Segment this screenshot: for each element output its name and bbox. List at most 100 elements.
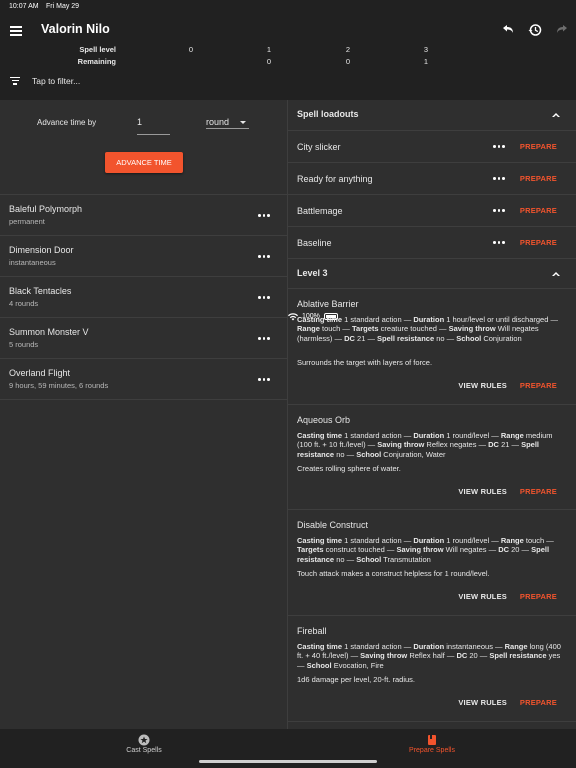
filter-placeholder: Tap to filter... [32, 76, 81, 86]
view-rules-button[interactable]: VIEW RULES [458, 487, 507, 496]
section-title: Spell loadouts [297, 109, 359, 119]
level-3-header[interactable]: Level 3 [288, 259, 576, 289]
spell-card: Disable Construct Casting time 1 standar… [288, 510, 576, 616]
loadout-item[interactable]: Battlemage PREPARE [288, 195, 576, 227]
prepare-button[interactable]: PREPARE [520, 238, 557, 247]
filter-bar[interactable]: Tap to filter... [10, 76, 80, 86]
spell-description: 1d6 damage per level, 20-ft. radius. [297, 675, 415, 684]
more-options-icon[interactable] [493, 209, 505, 213]
slot-remaining-2: 0 [345, 57, 351, 66]
effect-name: Overland Flight [9, 368, 71, 378]
spell-card: Ablative Barrier Casting time 1 standard… [288, 289, 576, 405]
spell-name: Ablative Barrier [297, 299, 359, 309]
prepare-button[interactable]: PREPARE [520, 174, 557, 183]
effect-name: Black Tentacles [9, 286, 72, 296]
slot-level-1: 1 [266, 45, 272, 54]
spell-stats: Casting time 1 standard action — Duratio… [297, 536, 554, 564]
more-options-icon[interactable] [493, 177, 505, 181]
loadout-item[interactable]: Ready for anything PREPARE [288, 163, 576, 195]
history-icon[interactable] [527, 22, 543, 38]
remaining-header: Remaining [77, 57, 116, 66]
more-options-icon[interactable] [258, 378, 270, 382]
effect-duration: 9 hours, 59 minutes, 6 rounds [9, 381, 109, 390]
slot-remaining-1: 0 [266, 57, 272, 66]
status-date: Fri May 29 [46, 3, 80, 10]
status-bar: 10:07 AM Fri May 29 100% [0, 0, 576, 320]
effect-name: Baleful Polymorph [9, 204, 83, 214]
menu-icon[interactable] [10, 26, 22, 36]
undo-icon[interactable] [500, 22, 516, 38]
prepare-spells-pane: Spell loadouts City slicker PREPARE Read… [288, 100, 576, 729]
prepare-button[interactable]: PREPARE [520, 487, 557, 496]
spell-level-header: Spell level [79, 45, 116, 54]
spell-name: Aqueous Orb [297, 415, 351, 425]
spell-stats: Casting time 1 standard action — Duratio… [297, 642, 561, 670]
active-effects-list: Baleful Polymorph permanent Dimension Do… [0, 194, 287, 400]
loadout-name: Ready for anything [297, 174, 373, 184]
advance-time-label: Advance time by [37, 118, 97, 127]
prepare-button[interactable]: PREPARE [520, 142, 557, 151]
advance-unit-value: round [206, 117, 230, 127]
effect-item[interactable]: Dimension Door instantaneous [0, 236, 287, 277]
dropdown-caret-icon [240, 121, 246, 124]
chevron-up-icon[interactable] [552, 113, 560, 117]
more-options-icon[interactable] [258, 255, 270, 259]
effect-name: Dimension Door [9, 245, 74, 255]
loadout-item[interactable]: City slicker PREPARE [288, 131, 576, 163]
effect-duration: instantaneous [9, 258, 56, 267]
loadout-name: Battlemage [297, 206, 343, 216]
advance-time-button[interactable]: ADVANCE TIME [105, 152, 183, 173]
more-options-icon[interactable] [258, 214, 270, 218]
app-bar: Valorin Nilo Spell level Remaining 0 1 2… [0, 14, 576, 100]
spell-loadouts-header[interactable]: Spell loadouts [288, 100, 576, 131]
cast-spells-pane: Advance time by 1 round ADVANCE TIME Bal… [0, 100, 287, 729]
chevron-up-icon[interactable] [552, 272, 560, 276]
tab-label: Cast Spells [126, 747, 162, 754]
prepare-button[interactable]: PREPARE [520, 698, 557, 707]
spell-description: Surrounds the target with layers of forc… [297, 358, 433, 367]
effect-duration: 4 rounds [9, 299, 39, 308]
home-indicator [199, 760, 377, 763]
spell-name: Fireball [297, 626, 327, 636]
loadout-name: City slicker [297, 142, 341, 152]
redo-icon[interactable] [554, 22, 570, 38]
view-rules-button[interactable]: VIEW RULES [458, 592, 507, 601]
advance-unit-select[interactable]: round [206, 112, 249, 129]
star-circle-icon [138, 734, 150, 746]
page-title: Valorin Nilo [41, 22, 110, 36]
effect-item[interactable]: Black Tentacles 4 rounds [0, 277, 287, 318]
tab-label: Prepare Spells [409, 747, 455, 754]
view-rules-button[interactable]: VIEW RULES [458, 698, 507, 707]
slot-level-3: 3 [423, 45, 429, 54]
prepare-button[interactable]: PREPARE [520, 381, 557, 390]
view-rules-button[interactable]: VIEW RULES [458, 381, 507, 390]
effect-item[interactable]: Baleful Polymorph permanent [0, 195, 287, 236]
spell-card: Fireball Casting time 1 standard action … [288, 616, 576, 722]
more-options-icon[interactable] [493, 145, 505, 149]
effect-duration: permanent [9, 217, 45, 226]
status-time: 10:07 AM [9, 3, 39, 10]
more-options-icon[interactable] [493, 241, 505, 245]
spell-card: Aqueous Orb Casting time 1 standard acti… [288, 405, 576, 510]
prepare-button[interactable]: PREPARE [520, 592, 557, 601]
section-title: Level 3 [297, 268, 328, 278]
effect-name: Summon Monster V [9, 327, 89, 337]
spell-stats: Casting time 1 standard action — Duratio… [297, 431, 553, 459]
spell-description: Touch attack makes a construct helpless … [297, 569, 490, 578]
more-options-icon[interactable] [258, 337, 270, 341]
effect-item[interactable]: Summon Monster V 5 rounds [0, 318, 287, 359]
slot-remaining-3: 1 [423, 57, 429, 66]
slot-level-0: 0 [188, 45, 194, 54]
slot-level-2: 2 [345, 45, 351, 54]
book-icon [428, 735, 436, 745]
more-options-icon[interactable] [258, 296, 270, 300]
spell-description: Creates rolling sphere of water. [297, 464, 401, 473]
loadout-name: Baseline [297, 238, 332, 248]
spell-name: Disable Construct [297, 520, 369, 530]
effect-item[interactable]: Overland Flight 9 hours, 59 minutes, 6 r… [0, 359, 287, 400]
loadout-item[interactable]: Baseline PREPARE [288, 227, 576, 259]
effect-duration: 5 rounds [9, 340, 39, 349]
advance-amount-input[interactable]: 1 [137, 112, 170, 135]
prepare-button[interactable]: PREPARE [520, 206, 557, 215]
filter-icon [10, 77, 20, 85]
